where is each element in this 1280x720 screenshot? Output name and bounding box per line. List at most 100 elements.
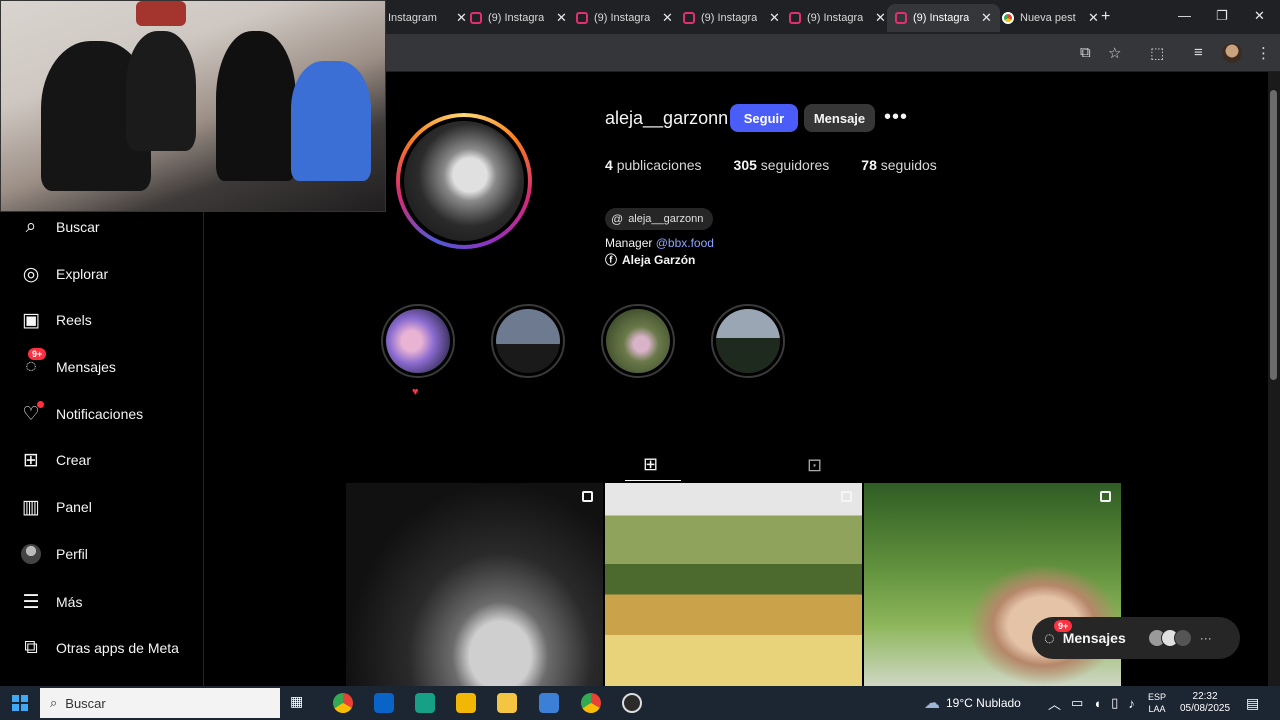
tagged-tab-icon[interactable]: ⊡ — [807, 455, 822, 476]
bio-facebook-line[interactable]: ⓕ Aleja Garzón — [605, 251, 695, 268]
close-tab-icon[interactable]: ✕ — [875, 10, 886, 26]
window-close-button[interactable]: ✕ — [1254, 8, 1265, 24]
followers-stat[interactable]: 305 seguidores — [734, 157, 830, 173]
posts-grid-tab-icon[interactable]: ⊞ — [643, 454, 658, 475]
extensions-icon[interactable]: ⬚ — [1150, 44, 1164, 62]
task-view-icon[interactable]: ▦ — [290, 693, 310, 713]
more-icon: ··· — [1199, 631, 1212, 645]
chrome-icon — [1002, 12, 1014, 24]
store-icon[interactable] — [456, 693, 476, 713]
sidebar-item-label: Más — [56, 594, 83, 610]
sidebar-item-notificaciones[interactable]: ♡ Notificaciones — [20, 401, 143, 427]
mic-icon[interactable]: ♪ — [1128, 696, 1135, 711]
volume-icon[interactable]: ◖ — [1093, 696, 1101, 711]
avatar — [1173, 629, 1192, 647]
followers-count: 305 — [733, 157, 757, 173]
sidebar-item-mensajes[interactable]: ◌ 9+ Mensajes — [20, 348, 116, 380]
sidebar-item-crear[interactable]: ⊞ Crear — [20, 447, 91, 473]
network-icon[interactable]: ▭ — [1071, 695, 1083, 711]
bio-line: Manager @bbx.food — [605, 236, 714, 250]
browser-tab[interactable]: (9) Instagram ✕ — [462, 4, 575, 32]
floating-messages-label: Mensajes — [1062, 630, 1126, 646]
heart-icon: ♥ — [412, 386, 419, 398]
tab-title: Nueva pestaña — [1020, 12, 1076, 24]
app-icon[interactable] — [415, 693, 435, 713]
close-tab-icon[interactable]: ✕ — [981, 10, 992, 26]
bio-mention-link[interactable]: @bbx.food — [656, 236, 714, 250]
outlook-icon[interactable] — [374, 693, 394, 713]
sidebar-item-explorar[interactable]: ◎ Explorar — [20, 261, 108, 287]
highlight-cover — [496, 309, 560, 373]
reels-icon: ▣ — [22, 309, 40, 331]
instagram-icon — [789, 12, 801, 24]
profile-picture-story-ring[interactable] — [396, 113, 532, 249]
sidebar-item-reels[interactable]: ▣ Reels — [20, 307, 92, 333]
close-tab-icon[interactable]: ✕ — [556, 10, 567, 26]
notifications-center-icon[interactable]: ▤ — [1246, 686, 1259, 720]
bookmark-star-icon[interactable]: ☆ — [1108, 44, 1121, 62]
clock[interactable]: 22:32 05/08/2025 — [1180, 686, 1230, 720]
post-thumbnail[interactable] — [605, 483, 862, 686]
story-highlight[interactable] — [491, 304, 565, 378]
following-stat[interactable]: 78 seguidos — [861, 157, 937, 173]
more-options-icon[interactable]: ••• — [884, 106, 908, 129]
install-app-icon[interactable]: ⧉ — [1080, 44, 1091, 61]
battery-icon[interactable]: ▯ — [1111, 695, 1118, 711]
sidebar-item-label: Panel — [56, 499, 92, 515]
close-tab-icon[interactable]: ✕ — [662, 10, 673, 26]
post-thumbnail[interactable] — [346, 483, 603, 686]
media-control-icon[interactable]: ≡ — [1194, 44, 1203, 61]
file-explorer-icon[interactable] — [497, 693, 517, 713]
sidebar-item-perfil[interactable]: Perfil — [20, 541, 88, 567]
language-indicator[interactable]: ESP LAA — [1148, 686, 1166, 720]
notification-dot — [37, 401, 44, 408]
windows-start-icon[interactable] — [12, 695, 28, 711]
browser-menu-icon[interactable]: ⋮ — [1256, 44, 1271, 62]
story-highlight[interactable] — [711, 304, 785, 378]
messenger-icon: ◌ 9+ — [20, 348, 47, 378]
tab-title: (9) Instagram — [594, 12, 650, 24]
sidebar-item-label: Otras apps de Meta — [56, 640, 179, 656]
story-highlight[interactable] — [381, 304, 455, 378]
page-scrollbar-thumb[interactable] — [1270, 90, 1277, 380]
browser-tab[interactable]: Instagram ✕ — [380, 4, 475, 32]
chrome-taskbar-icon[interactable] — [333, 693, 353, 713]
browser-tab[interactable]: Nueva pestaña ✕ — [994, 4, 1107, 32]
weather-text: 19°C Nublado — [946, 696, 1021, 710]
highlight-cover — [606, 309, 670, 373]
person-silhouette — [216, 31, 296, 181]
browser-profile-avatar[interactable] — [1222, 43, 1242, 63]
tab-title: (9) Instagram — [701, 12, 757, 24]
sidebar-item-panel[interactable]: ▥ Panel — [20, 494, 92, 520]
browser-tab[interactable]: (9) Instagram ✕ — [781, 4, 894, 32]
message-button[interactable]: Mensaje — [804, 104, 875, 132]
sidebar-item-mas[interactable]: ☰ Más — [20, 589, 82, 615]
floating-messages-button[interactable]: ◌ 9+ Mensajes ··· — [1032, 617, 1240, 659]
browser-tab[interactable]: (9) Instagram ✕ — [568, 4, 681, 32]
chrome-active-icon[interactable] — [581, 693, 601, 713]
threads-badge[interactable]: @ aleja__garzonn — [605, 208, 714, 230]
windows-taskbar: ⌕ Buscar ▦ ☁ 19°C Nublado ︿ ▭ ◖ ▯ ♪ ESP … — [0, 686, 1280, 720]
sidebar-item-label: Explorar — [56, 266, 109, 282]
new-tab-button[interactable]: + — [1101, 8, 1110, 26]
weather-widget[interactable]: ☁ 19°C Nublado — [924, 686, 1021, 720]
story-highlight[interactable] — [601, 304, 675, 378]
tab-title: (9) Instagram — [488, 12, 544, 24]
obs-icon[interactable] — [622, 693, 642, 713]
compass-icon: ◎ — [22, 263, 40, 285]
browser-tab[interactable]: (9) Instagram ✕ — [675, 4, 788, 32]
maximize-button[interactable]: ❐ — [1216, 8, 1228, 24]
sidebar-item-buscar[interactable]: ⌕ Buscar — [20, 214, 100, 240]
lang-code: ESP — [1148, 692, 1167, 702]
browser-tab-active[interactable]: (9) Instagram ✕ — [887, 4, 1000, 32]
follow-button[interactable]: Seguir — [730, 104, 798, 132]
close-tab-icon[interactable]: ✕ — [1088, 10, 1099, 26]
sidebar-item-otras-apps[interactable]: ⧉ Otras apps de Meta — [20, 635, 179, 661]
calendar-icon[interactable] — [539, 693, 559, 713]
minimize-button[interactable]: — — [1178, 8, 1191, 23]
taskbar-search[interactable]: ⌕ Buscar — [40, 688, 280, 718]
sidebar-item-label: Perfil — [56, 546, 88, 562]
tray-chevron-icon[interactable]: ︿ — [1048, 694, 1061, 713]
carousel-icon — [582, 491, 593, 502]
close-tab-icon[interactable]: ✕ — [769, 10, 780, 26]
